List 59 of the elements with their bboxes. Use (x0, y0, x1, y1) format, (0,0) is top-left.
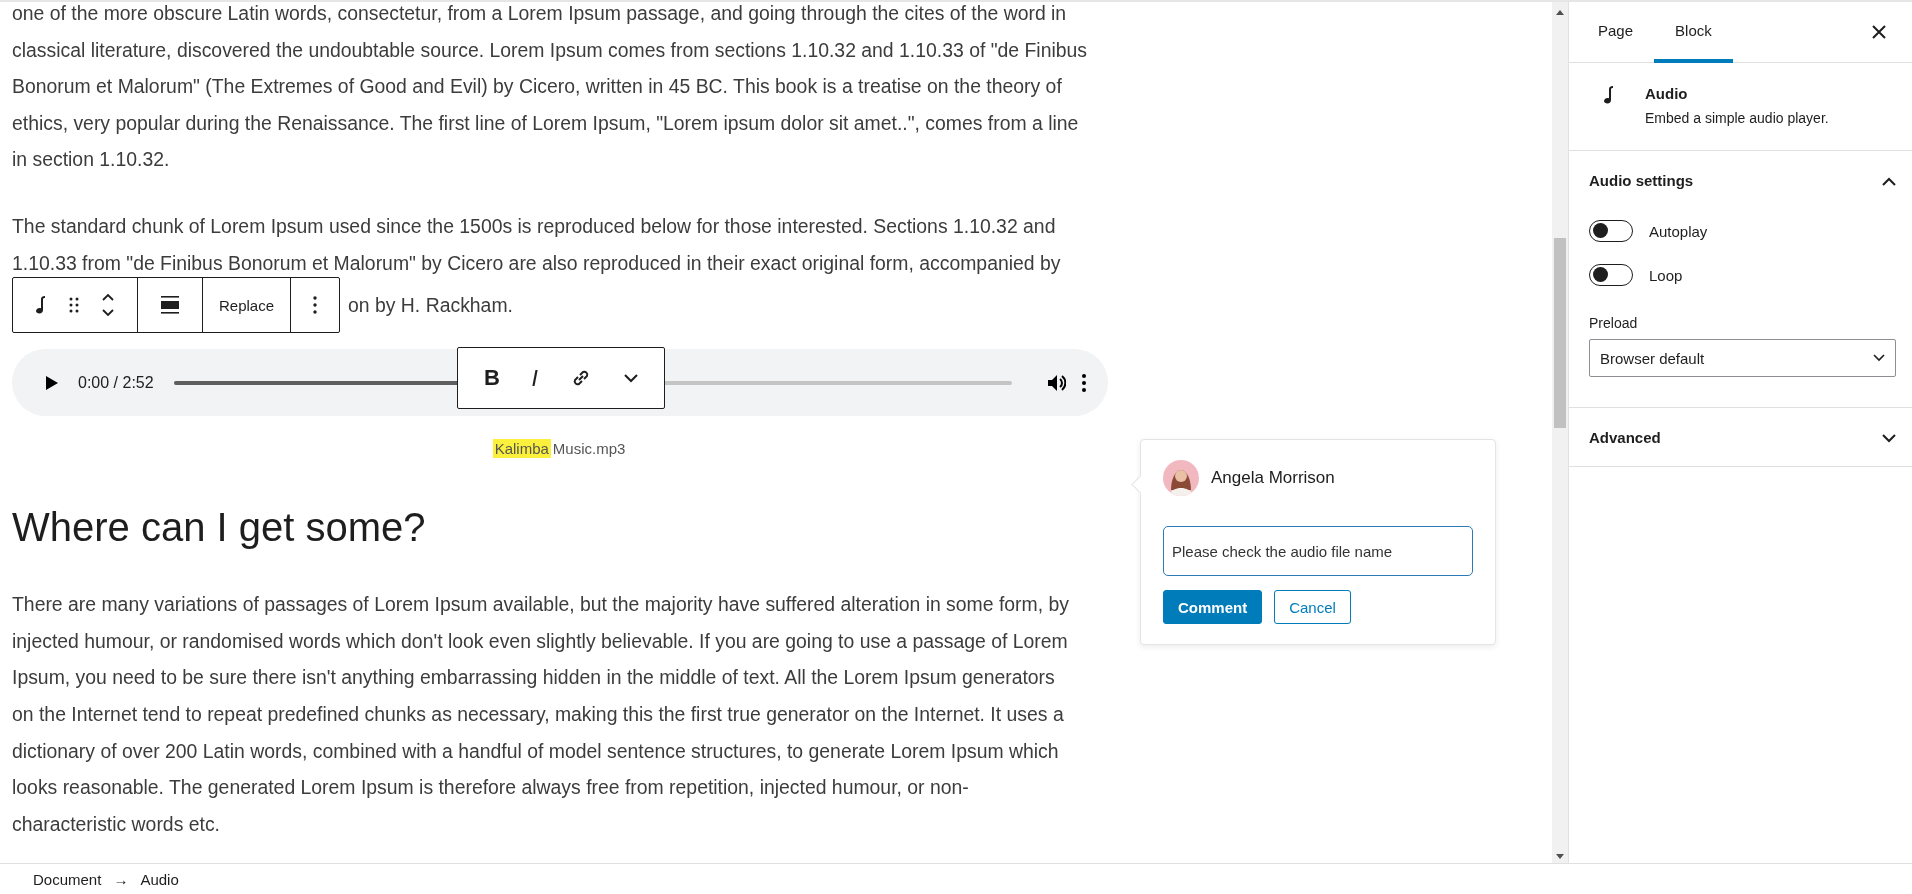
breadcrumb-link[interactable]: Audio (140, 871, 179, 888)
move-up-down-icon[interactable] (101, 292, 115, 319)
chevron-down-icon[interactable] (624, 373, 638, 383)
play-icon[interactable] (46, 375, 58, 390)
preload-select[interactable]: Browser default (1589, 339, 1896, 377)
toggle-switch[interactable] (1589, 264, 1633, 286)
music-note-icon (35, 295, 47, 316)
italic-button[interactable]: I (531, 365, 539, 391)
scrollbar[interactable] (1552, 2, 1568, 863)
cancel-button[interactable]: Cancel (1274, 590, 1351, 624)
select-label: Preload (1589, 315, 1639, 331)
caption-text: Music.mp3 (551, 439, 627, 459)
toggle-label: Autoplay (1649, 222, 1708, 240)
paragraph-line: classical literature, discovered the undoubtable source. Lorem Ipsum comes from sections 1.10.32 and 1.10.33 of "de Finibus (12, 37, 1088, 63)
paragraph-line: in section 1.10.32. (12, 147, 170, 173)
paragraph-line: There are many variations of passages of Lorem Ipsum available, but the majority have suffered alteration in some form, by (12, 592, 1069, 618)
paragraph-line: 1.10.33 from "de Finibus Bonorum et Malorum" by Cicero are also reproduced in their exact original form, accompanied by (12, 250, 1061, 276)
block-title: Audio (1645, 85, 1689, 102)
author-name: Angela Morrison (1211, 468, 1335, 488)
paragraph-line: injected humour, or randomised words which don't look even slightly believable. If you are going to use a passage of Lorem (12, 628, 1068, 654)
panel-title[interactable]: Audio settings (1589, 171, 1694, 189)
sidebar-tab[interactable]: Page (1577, 2, 1655, 63)
paragraph-line: characteristic words etc. (12, 811, 220, 837)
chevron-up-icon[interactable] (1882, 176, 1896, 186)
more-options-icon[interactable] (1082, 373, 1086, 392)
paragraph-line: one of the more obscure Latin words, consectetur, from a Lorem Ipsum passage, and going through the cites of the word in (12, 2, 1067, 26)
sidebar-tab[interactable]: Block (1654, 2, 1733, 63)
volume-icon[interactable] (1048, 373, 1066, 392)
toggle-label: Loop (1649, 266, 1683, 284)
panel-title[interactable]: Advanced (1589, 428, 1661, 446)
section-heading: Where can I get some? (12, 504, 426, 552)
chevron-down-icon[interactable] (1882, 433, 1896, 443)
replace-button[interactable]: Replace (203, 278, 292, 333)
comment-button[interactable]: Comment (1163, 590, 1263, 624)
chevron-down-icon (1873, 354, 1885, 362)
scroll-down-icon[interactable] (1556, 854, 1564, 859)
scroll-up-icon[interactable] (1556, 10, 1564, 15)
paragraph-line: looks reasonable. The generated Lorem Ipsum is therefore always free from repetition, injected humour, or non- (12, 775, 969, 801)
paragraph-line: dictionary of over 200 Latin words, combined with a handful of model sentence structures, to generate Lorem Ipsum which (12, 738, 1059, 764)
more-options-icon[interactable] (313, 296, 318, 315)
comment-input[interactable]: Please check the audio file name (1163, 526, 1473, 576)
drag-handle-icon[interactable] (69, 297, 79, 314)
paragraph-line: Bonorum et Malorum" (The Extremes of Good and Evil) by Cicero, written in 45 BC. This book is a treatise on the theory of (12, 74, 1062, 100)
paragraph-line: The standard chunk of Lorem Ipsum used since the 1500s is reproduced below for those interested. Sections 1.10.32 and (12, 213, 1056, 239)
block-description: Embed a simple audio player. (1645, 110, 1829, 126)
music-note-icon (1603, 85, 1615, 105)
align-icon[interactable] (160, 296, 180, 315)
toggle-switch[interactable] (1589, 220, 1633, 242)
paragraph-line: ethics, very popular during the Renaissance. The first line of Lorem Ipsum, "Lorem ipsum dolor sit amet..", comes from a line (12, 110, 1079, 136)
close-icon[interactable] (1872, 25, 1886, 39)
time-display: 0:00 / 2:52 (78, 373, 154, 392)
scrollbar-thumb[interactable] (1554, 238, 1566, 428)
paragraph-line: on by H. Rackham. (348, 292, 513, 318)
paragraph-line: on the Internet tend to repeat predefined chunks as necessary, making this the first true generator on the Internet. It uses a (12, 701, 1064, 727)
breadcrumb-separator: → (113, 871, 129, 888)
bold-button[interactable]: B (483, 365, 500, 392)
highlighted-text: Kalimba (492, 439, 551, 459)
paragraph-line: Ipsum, you need to be sure there isn't anything embarrassing hidden in the middle of text. All the Lorem Ipsum generators (12, 665, 1055, 691)
breadcrumb-link[interactable]: Document (33, 871, 102, 888)
